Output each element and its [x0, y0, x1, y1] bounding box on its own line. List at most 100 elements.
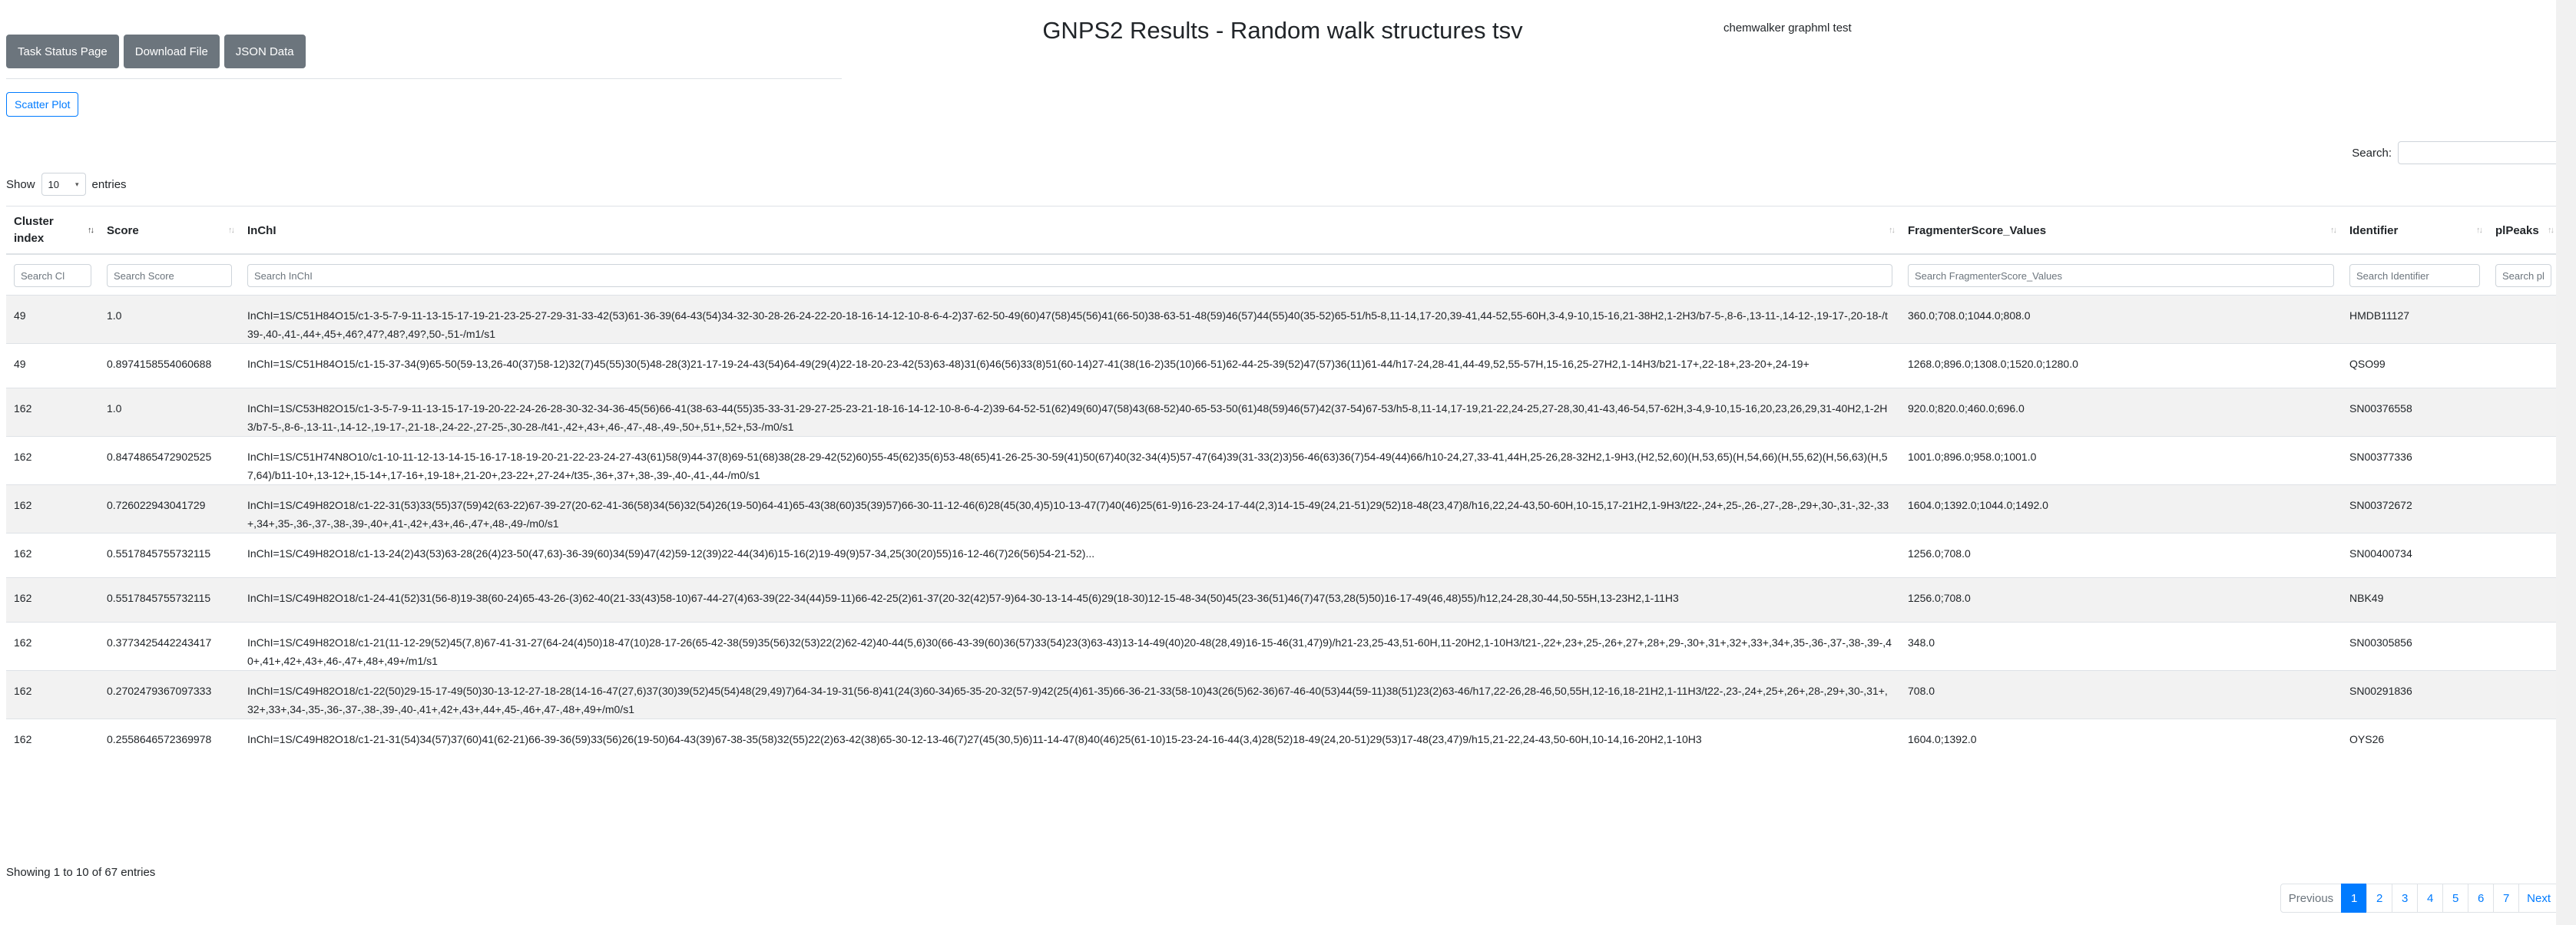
cell-plpeaks — [2488, 533, 2559, 578]
column-header-inchi[interactable]: InChI ↑↓ — [240, 207, 1900, 255]
results-table: Cluster index ↑↓ Score ↑↓ InChI ↑↓ Fragment… — [6, 207, 2559, 764]
pagination-page[interactable]: 1 — [2341, 884, 2368, 913]
cell-inchi: InChI=1S/C49H82O18/c1-21-31(54)34(57)37(… — [240, 719, 1900, 764]
scatter-plot-button[interactable]: Scatter Plot — [6, 92, 79, 117]
pagination-page[interactable]: 3 — [2392, 884, 2419, 913]
table-row: 162 0.3773425442243417 InChI=1S/C49H82O1… — [6, 622, 2559, 671]
cell-plpeaks — [2488, 670, 2559, 719]
filter-inchi-input[interactable]: Search InChI — [247, 264, 1892, 287]
cell-cluster: 49 — [6, 343, 99, 388]
cell-inchi: InChI=1S/C51H84O15/c1-3-5-7-9-11-13-15-1… — [240, 295, 1900, 344]
cell-inchi: InChI=1S/C49H82O18/c1-22(50)29-15-17-49(… — [240, 670, 1900, 719]
cell-fragmenterscore: 708.0 — [1900, 670, 2342, 719]
column-header-fragmenterscore[interactable]: FragmenterScore_Values ↑↓ — [1900, 207, 2342, 255]
cell-inchi: InChI=1S/C49H82O18/c1-21(11-12-29(52)45(… — [240, 622, 1900, 671]
cell-plpeaks — [2488, 436, 2559, 485]
filter-score-input[interactable]: Search Score — [107, 264, 232, 287]
search-input[interactable] — [2398, 141, 2559, 164]
cell-identifier: SN00377336 — [2342, 436, 2488, 485]
task-status-button[interactable]: Task Status Page — [6, 35, 119, 68]
cell-cluster: 162 — [6, 533, 99, 578]
pagination: Previous 1 2 3 4 5 6 7 Next — [2280, 884, 2559, 913]
cell-inchi: InChI=1S/C53H82O15/c1-3-5-7-9-11-13-15-1… — [240, 388, 1900, 437]
filter-plpeaks-input[interactable]: Search pl — [2495, 264, 2551, 287]
search-label: Search: — [2352, 146, 2392, 160]
table-row: 162 0.2558646572369978 InChI=1S/C49H82O1… — [6, 719, 2559, 764]
column-header-plpeaks[interactable]: plPeaks ↑↓ — [2488, 207, 2559, 255]
page-subtitle: chemwalker graphml test — [1723, 21, 1852, 35]
cell-identifier: SN00372672 — [2342, 484, 2488, 534]
cell-inchi: InChI=1S/C51H84O15/c1-15-37-34(9)65-50(5… — [240, 343, 1900, 388]
cell-score: 0.3773425442243417 — [99, 622, 240, 671]
cell-score: 0.5517845755732115 — [99, 533, 240, 578]
column-header-cluster-index[interactable]: Cluster index ↑↓ — [6, 207, 99, 255]
show-label: Show — [6, 177, 35, 191]
pagination-page[interactable]: 4 — [2417, 884, 2444, 913]
table-row: 162 0.726022943041729 InChI=1S/C49H82O18… — [6, 484, 2559, 534]
table-row: 162 0.8474865472902525 InChI=1S/C51H74N8… — [6, 436, 2559, 485]
cell-score: 1.0 — [99, 388, 240, 437]
page-title: GNPS2 Results - Random walk structures t… — [1042, 17, 1523, 44]
download-file-button[interactable]: Download File — [123, 35, 220, 68]
cell-score: 0.8474865472902525 — [99, 436, 240, 485]
cell-score: 0.2702479367097333 — [99, 670, 240, 719]
vertical-scrollbar[interactable] — [2556, 0, 2576, 925]
table-row: 162 0.5517845755732115 InChI=1S/C49H82O1… — [6, 533, 2559, 578]
cell-fragmenterscore: 1001.0;896.0;958.0;1001.0 — [1900, 436, 2342, 485]
sort-asc-icon: ↑↓ — [88, 226, 94, 235]
column-header-label: plPeaks — [2495, 223, 2539, 237]
cell-fragmenterscore: 360.0;708.0;1044.0;808.0 — [1900, 295, 2342, 344]
cell-identifier: SN00291836 — [2342, 670, 2488, 719]
column-header-score[interactable]: Score ↑↓ — [99, 207, 240, 255]
sort-icon: ↑↓ — [2548, 226, 2554, 235]
pagination-page[interactable]: 2 — [2366, 884, 2393, 913]
cell-identifier: HMDB11127 — [2342, 295, 2488, 344]
column-header-label: Score — [107, 223, 139, 237]
pagination-next[interactable]: Next — [2518, 884, 2559, 913]
filter-identifier-input[interactable]: Search Identifier — [2349, 264, 2480, 287]
table-search: Search: — [2352, 141, 2559, 164]
table-row: 49 1.0 InChI=1S/C51H84O15/c1-3-5-7-9-11-… — [6, 295, 2559, 344]
entries-length-value: 10 — [48, 178, 59, 190]
toolbar: Task Status Page Download File JSON Data — [6, 35, 306, 68]
filter-cluster-input[interactable]: Search Cl — [14, 264, 91, 287]
cell-plpeaks — [2488, 719, 2559, 764]
column-header-identifier[interactable]: Identifier ↑↓ — [2342, 207, 2488, 255]
filter-fragmenterscore-input[interactable]: Search FragmenterScore_Values — [1908, 264, 2334, 287]
column-header-label: InChI — [247, 223, 276, 237]
cell-inchi: InChI=1S/C49H82O18/c1-22-31(53)33(55)37(… — [240, 484, 1900, 534]
column-filter-row: Search Cl Search Score Search InChI Sear… — [6, 254, 2559, 296]
cell-inchi: InChI=1S/C49H82O18/c1-24-41(52)31(56-8)1… — [240, 577, 1900, 623]
cell-score: 0.5517845755732115 — [99, 577, 240, 623]
cell-plpeaks — [2488, 622, 2559, 671]
pagination-previous[interactable]: Previous — [2280, 884, 2343, 913]
cell-cluster: 162 — [6, 484, 99, 534]
pagination-page[interactable]: 5 — [2442, 884, 2469, 913]
entries-label: entries — [91, 177, 127, 191]
cell-cluster: 162 — [6, 719, 99, 764]
pagination-page[interactable]: 6 — [2468, 884, 2495, 913]
sort-icon: ↑↓ — [1889, 226, 1896, 235]
pagination-page[interactable]: 7 — [2493, 884, 2520, 913]
table-header-row: Cluster index ↑↓ Score ↑↓ InChI ↑↓ Fragment… — [6, 207, 2559, 255]
cell-fragmenterscore: 348.0 — [1900, 622, 2342, 671]
cell-identifier: QSO99 — [2342, 343, 2488, 388]
table-info: Showing 1 to 10 of 67 entries — [6, 866, 156, 879]
cell-score: 0.2558646572369978 — [99, 719, 240, 764]
cell-cluster: 162 — [6, 670, 99, 719]
cell-fragmenterscore: 1268.0;896.0;1308.0;1520.0;1280.0 — [1900, 343, 2342, 388]
cell-cluster: 162 — [6, 388, 99, 437]
column-header-label: Cluster index — [14, 215, 54, 245]
json-data-button[interactable]: JSON Data — [223, 35, 306, 68]
cell-plpeaks — [2488, 484, 2559, 534]
entries-length-select[interactable]: 10 ▾ — [41, 173, 86, 196]
sort-icon: ↑↓ — [2330, 226, 2337, 235]
table-row: 162 0.5517845755732115 InChI=1S/C49H82O1… — [6, 577, 2559, 623]
cell-identifier: OYS26 — [2342, 719, 2488, 764]
cell-cluster: 49 — [6, 295, 99, 344]
table-row: 49 0.8974158554060688 InChI=1S/C51H84O15… — [6, 343, 2559, 388]
cell-identifier: SN00400734 — [2342, 533, 2488, 578]
cell-fragmenterscore: 1604.0;1392.0 — [1900, 719, 2342, 764]
cell-plpeaks — [2488, 388, 2559, 437]
cell-fragmenterscore: 1604.0;1392.0;1044.0;1492.0 — [1900, 484, 2342, 534]
